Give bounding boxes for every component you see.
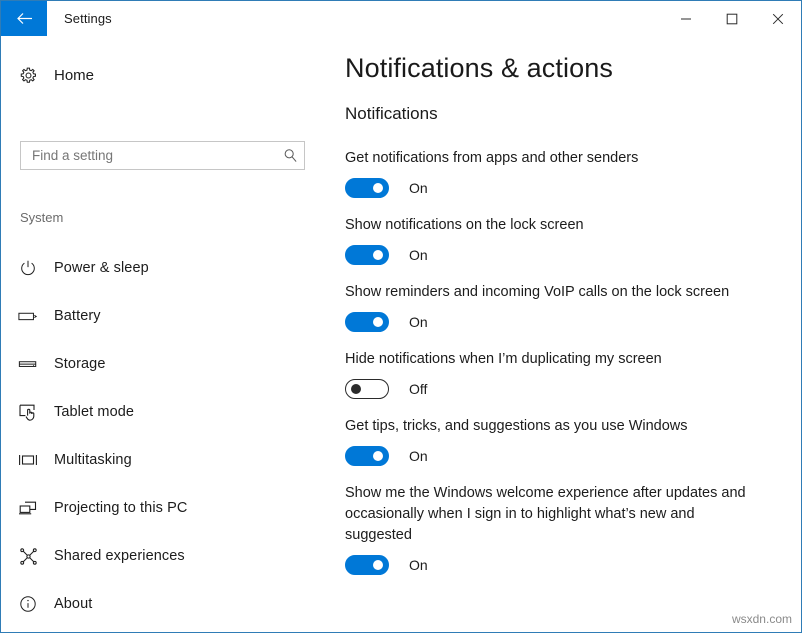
window-title: Settings: [47, 1, 112, 36]
sidebar-item-label: Projecting to this PC: [54, 500, 187, 516]
shared-experiences-icon: [2, 547, 54, 566]
setting-toggle[interactable]: [345, 446, 389, 466]
toggle-row: On: [345, 312, 785, 332]
toggle-state-label: Off: [409, 381, 427, 397]
info-icon: [2, 595, 54, 613]
sidebar-group-label: System: [20, 210, 63, 225]
toggle-state-label: On: [409, 557, 428, 573]
toggle-row: On: [345, 245, 785, 265]
toggle-state-label: On: [409, 314, 428, 330]
search-input[interactable]: [21, 142, 276, 169]
toggle-row: On: [345, 555, 785, 575]
setting-toggle[interactable]: [345, 312, 389, 332]
settings-window: Settings: [0, 0, 802, 633]
setting-label: Show me the Windows welcome experience a…: [345, 483, 765, 546]
power-icon: [2, 259, 54, 277]
sidebar-item-home[interactable]: Home: [2, 58, 302, 92]
setting-toggle[interactable]: [345, 379, 389, 399]
settings-list: Get notifications from apps and other se…: [345, 148, 785, 592]
setting-label: Get notifications from apps and other se…: [345, 148, 765, 169]
sidebar-item-label: Storage: [54, 356, 106, 372]
sidebar-item-label: Shared experiences: [54, 548, 185, 564]
sidebar-item-power-sleep[interactable]: Power & sleep: [2, 244, 320, 292]
setting-row: Hide notifications when I’m duplicating …: [345, 349, 785, 399]
back-arrow-icon: [16, 12, 33, 25]
toggle-knob: [373, 317, 383, 327]
sidebar-item-multitasking[interactable]: Multitasking: [2, 436, 320, 484]
main-content: Notifications & actions Notifications Ge…: [320, 36, 801, 632]
sidebar-item-battery[interactable]: Battery: [2, 292, 320, 340]
close-icon: [772, 13, 784, 25]
setting-label: Hide notifications when I’m duplicating …: [345, 349, 765, 370]
toggle-state-label: On: [409, 247, 428, 263]
sidebar-item-label: Power & sleep: [54, 260, 149, 276]
sidebar-item-label: Tablet mode: [54, 404, 134, 420]
toggle-knob: [351, 384, 361, 394]
search-icon[interactable]: [276, 148, 304, 163]
minimize-button[interactable]: [663, 1, 709, 36]
search-box[interactable]: [20, 141, 305, 170]
projecting-icon: [2, 500, 54, 517]
watermark: wsxdn.com: [732, 612, 792, 626]
close-button[interactable]: [755, 1, 801, 36]
sidebar-nav-list: Power & sleep Battery: [2, 244, 320, 628]
toggle-knob: [373, 560, 383, 570]
minimize-icon: [680, 13, 692, 25]
setting-label: Show notifications on the lock screen: [345, 215, 765, 236]
multitasking-icon: [2, 453, 54, 467]
sidebar-item-shared-experiences[interactable]: Shared experiences: [2, 532, 320, 580]
sidebar-item-label: About: [54, 596, 92, 612]
toggle-state-label: On: [409, 180, 428, 196]
back-button[interactable]: [1, 1, 47, 36]
toggle-row: On: [345, 178, 785, 198]
toggle-knob: [373, 183, 383, 193]
tablet-mode-icon: [2, 403, 54, 422]
setting-label: Get tips, tricks, and suggestions as you…: [345, 416, 765, 437]
setting-toggle[interactable]: [345, 178, 389, 198]
setting-row: Show me the Windows welcome experience a…: [345, 483, 785, 575]
setting-row: Get notifications from apps and other se…: [345, 148, 785, 198]
setting-row: Show reminders and incoming VoIP calls o…: [345, 282, 785, 332]
storage-icon: [2, 358, 54, 370]
toggle-state-label: On: [409, 448, 428, 464]
toggle-knob: [373, 250, 383, 260]
maximize-icon: [726, 13, 738, 25]
toggle-knob: [373, 451, 383, 461]
setting-row: Get tips, tricks, and suggestions as you…: [345, 416, 785, 466]
gear-icon: [2, 66, 54, 85]
sidebar-item-storage[interactable]: Storage: [2, 340, 320, 388]
setting-toggle[interactable]: [345, 555, 389, 575]
window-controls: [663, 1, 801, 36]
battery-icon: [2, 309, 54, 323]
title-bar: Settings: [1, 1, 801, 36]
maximize-button[interactable]: [709, 1, 755, 36]
toggle-row: Off: [345, 379, 785, 399]
setting-label: Show reminders and incoming VoIP calls o…: [345, 282, 765, 303]
sidebar: Home System Power & sleep: [2, 36, 320, 632]
sidebar-item-tablet-mode[interactable]: Tablet mode: [2, 388, 320, 436]
setting-row: Show notifications on the lock screen On: [345, 215, 785, 265]
page-title: Notifications & actions: [345, 53, 613, 84]
sidebar-item-about[interactable]: About: [2, 580, 320, 628]
section-title: Notifications: [345, 104, 438, 124]
sidebar-home-label: Home: [54, 67, 94, 84]
sidebar-item-label: Battery: [54, 308, 101, 324]
sidebar-item-label: Multitasking: [54, 452, 132, 468]
toggle-row: On: [345, 446, 785, 466]
setting-toggle[interactable]: [345, 245, 389, 265]
sidebar-item-projecting[interactable]: Projecting to this PC: [2, 484, 320, 532]
